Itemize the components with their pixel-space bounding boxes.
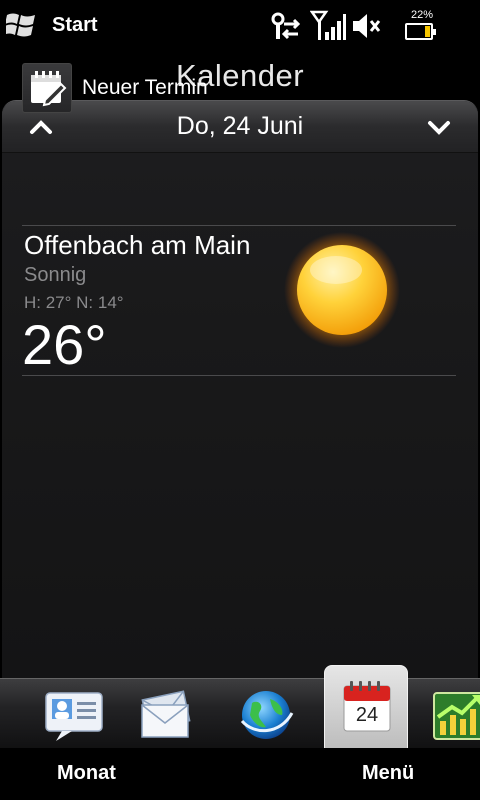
softkey-bar: Monat Menü (0, 748, 480, 800)
weather-high-low: H: 27° N: 14° (24, 293, 124, 312)
divider (22, 225, 456, 226)
calendar-icon[interactable]: 24 (324, 665, 408, 749)
calendar-panel: Do, 24 Juni (2, 100, 478, 680)
start-label[interactable]: Start (52, 14, 98, 37)
bottom-dock (0, 678, 480, 748)
battery-icon[interactable] (405, 23, 436, 40)
chevron-down-icon[interactable] (426, 117, 452, 137)
new-appointment-button[interactable]: Neuer Termin (22, 63, 456, 113)
contacts-icon[interactable] (42, 685, 106, 743)
weather-temperature: 26° (22, 313, 107, 376)
connectivity-icon[interactable] (268, 10, 302, 42)
signal-icon[interactable] (310, 10, 346, 42)
windows-logo-icon[interactable] (6, 11, 36, 39)
sun-icon (284, 232, 400, 348)
battery-percent: 22% (410, 9, 434, 21)
divider (22, 375, 456, 376)
stocks-icon[interactable] (430, 685, 480, 743)
battery-level-fill (425, 26, 430, 37)
menu-softkey[interactable]: Menü (362, 762, 414, 785)
internet-icon[interactable] (234, 685, 298, 743)
calendar-edit-icon (22, 63, 72, 113)
calendar-day-number: 24 (355, 704, 379, 726)
month-softkey[interactable]: Monat (57, 762, 116, 785)
new-appointment-label: Neuer Termin (82, 76, 208, 99)
weather-city[interactable]: Offenbach am Main (24, 230, 250, 261)
speaker-muted-icon[interactable] (352, 10, 382, 42)
weather-condition: Sonnig (24, 264, 87, 286)
current-date: Do, 24 Juni (176, 112, 304, 140)
mail-icon[interactable] (136, 685, 200, 743)
status-bar: Start 22% (0, 0, 480, 50)
